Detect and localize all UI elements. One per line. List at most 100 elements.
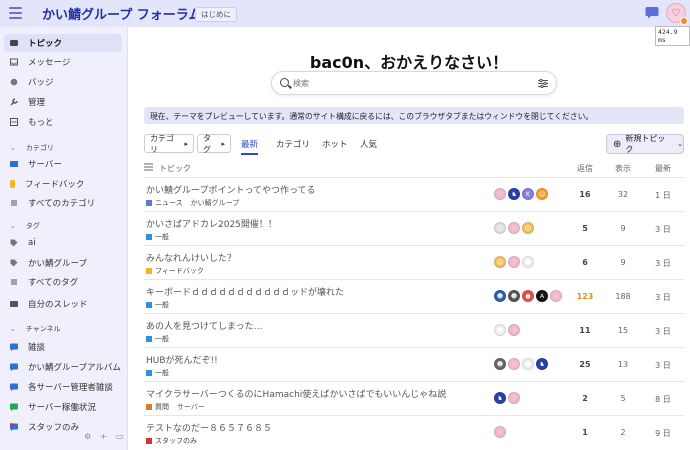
- sidebar-section-channels[interactable]: ⌄ チャンネル: [10, 324, 61, 334]
- poster-avatar[interactable]: ♡: [508, 358, 520, 370]
- tab-latest[interactable]: 最新: [241, 138, 259, 155]
- topic-title[interactable]: かい鯖グループポイントってやつ作ってる: [146, 183, 316, 196]
- topic-replies[interactable]: 25: [570, 360, 600, 369]
- poster-avatar[interactable]: ☻: [522, 256, 534, 268]
- poster-avatar[interactable]: ☻: [508, 290, 520, 302]
- site-title[interactable]: かい鯖グループ フォーラム: [42, 4, 201, 23]
- sidebar-item-channel-status[interactable]: サーバー稼働状況: [4, 398, 122, 416]
- category-dropdown[interactable]: カテゴリ ▸: [144, 134, 194, 154]
- poster-avatar[interactable]: ♞: [536, 358, 548, 370]
- poster-avatar[interactable]: ♞: [494, 392, 506, 404]
- column-activity[interactable]: 最新: [648, 163, 678, 174]
- tag-dropdown[interactable]: タグ ▸: [197, 134, 231, 154]
- topic-title[interactable]: あの人を見つけてしまった…: [146, 319, 263, 332]
- topic-row[interactable]: マイクラサーバーつくるのにHamachi使えばかいさばでもいいんじゃね説 質問 サー…: [144, 381, 684, 415]
- keyboard-icon[interactable]: ▭: [116, 432, 124, 441]
- user-avatar[interactable]: ♡: [666, 3, 688, 25]
- sidebar-item-my-threads[interactable]: 自分のスレッド: [4, 295, 122, 313]
- poster-avatar[interactable]: ☺: [494, 222, 506, 234]
- topic-category[interactable]: 一般: [155, 300, 169, 310]
- poster-avatar[interactable]: ☻: [494, 358, 506, 370]
- plus-icon[interactable]: +: [100, 432, 107, 441]
- column-topic[interactable]: トピック: [159, 163, 191, 174]
- poster-avatar[interactable]: ☻: [494, 290, 506, 302]
- topic-row[interactable]: テストなのだー８６５７６８５ スタッフのみ ♡ 1 2 9 日: [144, 415, 684, 449]
- sidebar-item-badges[interactable]: バッジ: [4, 73, 122, 91]
- poster-avatar[interactable]: ♡: [508, 324, 520, 336]
- sidebar-item-admin[interactable]: 管理: [4, 93, 122, 111]
- topic-title[interactable]: マイクラサーバーつくるのにHamachi使えばかいさばでもいいんじゃね説: [146, 387, 446, 400]
- topic-replies[interactable]: 1: [570, 428, 600, 437]
- intro-button[interactable]: はじめに: [195, 7, 237, 22]
- poster-avatar[interactable]: ♡: [494, 188, 506, 200]
- topic-category[interactable]: ニュース: [155, 198, 183, 208]
- topic-row[interactable]: HUBが死んだぞ!! 一般 ☻ ♡ ☻ ♞ 25 13 3 日: [144, 347, 684, 381]
- topic-title[interactable]: かいさばアドカレ2025開催！！: [146, 217, 277, 230]
- topic-activity[interactable]: 8 日: [648, 394, 678, 405]
- poster-avatar[interactable]: ♡: [494, 426, 506, 438]
- sidebar-item-all-tags[interactable]: すべてのタグ: [4, 273, 122, 291]
- poster-avatar[interactable]: ♡: [508, 222, 520, 234]
- topic-replies[interactable]: 2: [570, 394, 600, 403]
- poster-avatar[interactable]: ♡: [508, 256, 520, 268]
- column-views[interactable]: 表示: [608, 163, 638, 174]
- chat-icon[interactable]: [645, 6, 659, 19]
- topic-row[interactable]: かい鯖グループポイントってやつ作ってる ニュース かい鯖グループ ♡ ♞ K ☺ 16 32 1 …: [144, 177, 684, 211]
- sidebar-section-tags[interactable]: ⌄ タグ: [10, 221, 40, 231]
- topic-activity[interactable]: 1 日: [648, 190, 678, 201]
- topic-title[interactable]: キーボードｄｄｄｄｄｄｄｄｄｄｄッドが壊れた: [146, 285, 344, 298]
- topic-replies[interactable]: 11: [570, 326, 600, 335]
- topic-title[interactable]: HUBが死んだぞ!!: [146, 353, 218, 366]
- topic-activity[interactable]: 3 日: [648, 360, 678, 371]
- gear-icon[interactable]: ⚙: [84, 432, 91, 441]
- topic-activity[interactable]: 3 日: [648, 292, 678, 303]
- sidebar-item-messages[interactable]: メッセージ: [4, 53, 122, 71]
- sidebar-item-all-categories[interactable]: すべてのカテゴリ: [4, 194, 122, 212]
- poster-avatar[interactable]: ☺: [522, 222, 534, 234]
- topic-row[interactable]: かいさばアドカレ2025開催！！ 一般 ☺ ♡ ☺ 5 9 3 日: [144, 211, 684, 245]
- sidebar-item-tag-kaisaba[interactable]: かい鯖グループ: [4, 254, 122, 272]
- topic-replies[interactable]: 6: [570, 258, 600, 267]
- topic-category[interactable]: フィードバック: [155, 266, 204, 276]
- topic-row[interactable]: あの人を見つけてしまった… 一般 ☻ ♡ 11 15 3 日: [144, 313, 684, 347]
- tab-top[interactable]: 人気: [360, 138, 377, 150]
- topic-category[interactable]: 一般: [155, 232, 169, 242]
- bulk-select-icon[interactable]: [144, 163, 153, 171]
- topic-title[interactable]: テストなのだー８６５７６８５: [146, 421, 272, 434]
- topic-replies[interactable]: 5: [570, 224, 600, 233]
- topic-category[interactable]: 一般: [155, 334, 169, 344]
- topic-tag[interactable]: かい鯖グループ: [191, 198, 240, 208]
- topic-category[interactable]: スタッフのみ: [155, 436, 197, 446]
- topic-category[interactable]: 質問: [155, 402, 169, 412]
- search-input[interactable]: 検索: [271, 71, 557, 95]
- poster-avatar[interactable]: ☻: [522, 358, 534, 370]
- topic-activity[interactable]: 3 日: [648, 326, 678, 337]
- sidebar-item-more[interactable]: もっと: [4, 113, 122, 131]
- sidebar-item-channel-chat[interactable]: 雑談: [4, 338, 122, 356]
- poster-avatar[interactable]: A: [536, 290, 548, 302]
- sidebar-section-categories[interactable]: ⌄ カテゴリ: [10, 143, 54, 153]
- sidebar-item-category-feedback[interactable]: フィードバック: [4, 175, 122, 193]
- poster-avatar[interactable]: ♞: [508, 188, 520, 200]
- topic-title[interactable]: みんなれんけいした？: [146, 251, 236, 264]
- poster-avatar[interactable]: ♡: [508, 392, 520, 404]
- sidebar-item-topics[interactable]: トピック: [4, 34, 122, 52]
- poster-avatar[interactable]: ●: [522, 290, 534, 302]
- sidebar-item-channel-album[interactable]: かい鯖グループアルバム: [4, 358, 122, 376]
- topic-category[interactable]: 一般: [155, 368, 169, 378]
- topic-replies[interactable]: 16: [570, 190, 600, 199]
- poster-avatar[interactable]: ☺: [494, 256, 506, 268]
- tab-categories[interactable]: カテゴリ: [276, 138, 310, 150]
- topic-activity[interactable]: 9 日: [648, 428, 678, 439]
- column-replies[interactable]: 返信: [570, 163, 600, 174]
- topic-replies[interactable]: 123: [570, 292, 600, 301]
- sidebar-item-channel-admins[interactable]: 各サーバー管理者雑談: [4, 378, 122, 396]
- tab-hot[interactable]: ホット: [322, 138, 348, 150]
- poster-avatar[interactable]: ♡: [550, 290, 562, 302]
- topic-activity[interactable]: 3 日: [648, 224, 678, 235]
- poster-avatar[interactable]: ☺: [536, 188, 548, 200]
- sidebar-item-category-server[interactable]: サーバー: [4, 155, 122, 173]
- poster-avatar[interactable]: ☻: [494, 324, 506, 336]
- hamburger-menu-icon[interactable]: [9, 7, 22, 19]
- poster-avatar[interactable]: K: [522, 188, 534, 200]
